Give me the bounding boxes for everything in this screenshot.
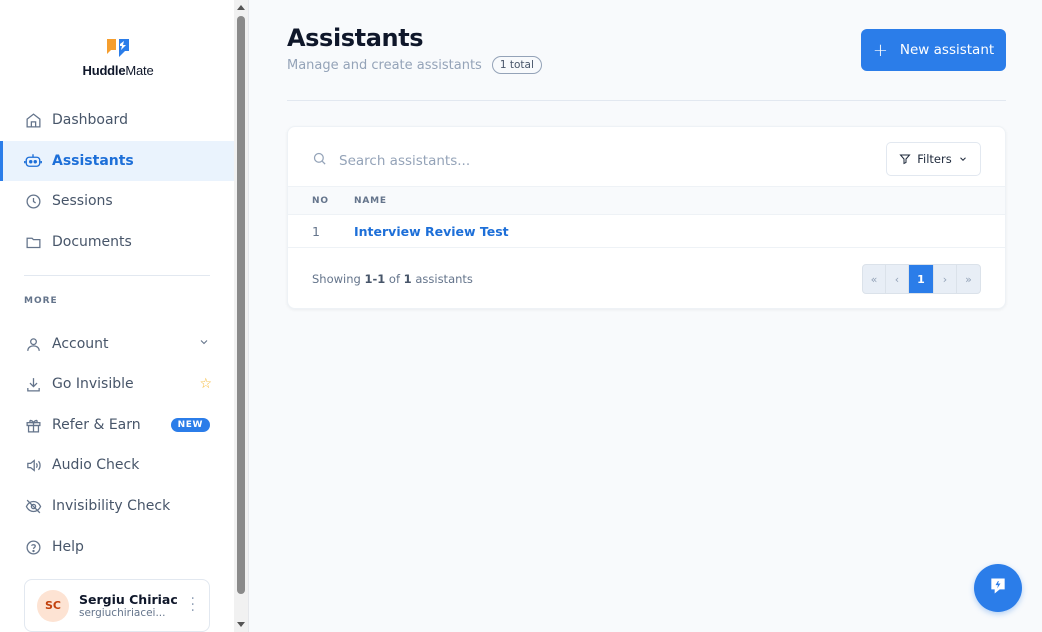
nav-label: Assistants: [52, 153, 134, 169]
new-assistant-label: New assistant: [899, 42, 995, 58]
prev-page-button[interactable]: ‹: [886, 265, 909, 293]
sidebar: HuddleMate Dashboard Assistants Sessions…: [0, 0, 234, 632]
nav-label: Sessions: [52, 193, 113, 209]
section-label-more: MORE: [24, 296, 58, 306]
nav-documents[interactable]: Documents: [0, 222, 234, 262]
chevron-down-icon: [958, 154, 968, 164]
sidebar-border: [248, 0, 249, 632]
filters-button[interactable]: Filters: [886, 142, 981, 176]
filter-icon: [899, 153, 911, 165]
row-number: 1: [312, 224, 320, 239]
new-assistant-button[interactable]: + New assistant: [861, 29, 1006, 71]
nav-label: Invisibility Check: [52, 498, 171, 514]
total-count-badge: 1 total: [491, 56, 542, 74]
gift-icon: [24, 416, 42, 434]
huddlemate-chat-icon: [988, 576, 1008, 600]
pagination: « ‹ 1 › »: [862, 264, 981, 294]
logo-text: HuddleMate: [82, 63, 154, 78]
speaker-icon: [24, 456, 42, 474]
nav-help[interactable]: Help: [0, 527, 234, 567]
chevron-down-icon[interactable]: [198, 336, 210, 352]
clock-icon: [24, 192, 42, 210]
search-icon: [312, 151, 327, 170]
help-icon: [24, 538, 42, 556]
assistant-name-link[interactable]: Interview Review Test: [354, 224, 509, 239]
column-header-no[interactable]: NO: [312, 196, 329, 206]
app-logo[interactable]: HuddleMate: [78, 36, 158, 78]
scroll-down-arrow-icon[interactable]: [237, 622, 245, 627]
filters-label: Filters: [917, 152, 952, 166]
page-1-button[interactable]: 1: [909, 265, 934, 293]
nav-divider: [24, 275, 210, 276]
new-badge: NEW: [170, 418, 210, 432]
user-email: sergiuchiriacei...: [79, 607, 166, 619]
showing-of: of: [388, 272, 401, 286]
nav-label: Account: [52, 336, 109, 352]
home-icon: [24, 111, 42, 129]
showing-total: 1: [403, 272, 412, 286]
download-icon: [24, 375, 42, 393]
plus-icon: +: [872, 39, 888, 61]
active-indicator: [0, 141, 3, 181]
nav-dashboard[interactable]: Dashboard: [0, 100, 234, 140]
scroll-thumb[interactable]: [237, 16, 245, 594]
scroll-up-arrow-icon[interactable]: [237, 5, 245, 10]
robot-icon: [24, 152, 42, 170]
header-divider: [287, 100, 1006, 101]
search-input[interactable]: Search assistants...: [339, 153, 470, 169]
user-info: Sergiu Chiriac sergiuchiriacei...: [79, 592, 178, 619]
column-header-name[interactable]: NAME: [354, 196, 387, 206]
page-subtitle: Manage and create assistants 1 total: [287, 56, 542, 74]
star-icon: ☆: [199, 376, 212, 392]
first-page-button[interactable]: «: [863, 265, 886, 293]
nav-audio-check[interactable]: Audio Check: [0, 445, 234, 485]
folder-icon: [24, 233, 42, 251]
nav-account[interactable]: Account: [0, 324, 234, 364]
user-icon: [24, 335, 42, 353]
logo-icon: [105, 36, 131, 60]
chat-support-button[interactable]: [974, 564, 1022, 612]
nav-label: Dashboard: [52, 112, 128, 128]
showing-range: 1-1: [364, 272, 386, 286]
user-name: Sergiu Chiriac: [79, 592, 178, 607]
page-title: Assistants: [287, 24, 424, 52]
nav-assistants[interactable]: Assistants: [0, 141, 234, 181]
next-page-button[interactable]: ›: [934, 265, 957, 293]
nav-invisibility-check[interactable]: Invisibility Check: [0, 486, 234, 526]
showing-prefix: Showing: [312, 272, 361, 286]
nav-sessions[interactable]: Sessions: [0, 181, 234, 221]
showing-suffix: assistants: [415, 272, 473, 286]
more-vertical-icon[interactable]: · · ·: [191, 592, 195, 618]
nav-label: Refer & Earn: [52, 417, 141, 433]
subtitle-text: Manage and create assistants: [287, 57, 482, 73]
assistants-table-card: Search assistants... Filters NO NAME 1 I…: [287, 126, 1006, 309]
nav-label: Help: [52, 539, 84, 555]
table-header: NO NAME: [288, 186, 1005, 215]
sidebar-scrollbar[interactable]: [234, 0, 248, 632]
pagination-summary: Showing 1-1 of 1 assistants: [312, 272, 473, 286]
nav-label: Documents: [52, 234, 132, 250]
last-page-button[interactable]: »: [957, 265, 980, 293]
user-card[interactable]: SC Sergiu Chiriac sergiuchiriacei... · · ·: [24, 579, 210, 632]
avatar: SC: [37, 589, 69, 622]
nav-refer-earn[interactable]: Refer & Earn NEW: [0, 405, 234, 445]
nav-go-invisible[interactable]: Go Invisible ☆: [0, 364, 234, 404]
search-bar[interactable]: Search assistants...: [312, 151, 470, 170]
nav-label: Audio Check: [52, 457, 140, 473]
table-row[interactable]: 1 Interview Review Test: [288, 215, 1005, 248]
eye-off-icon: [24, 497, 42, 515]
nav-label: Go Invisible: [52, 376, 134, 392]
